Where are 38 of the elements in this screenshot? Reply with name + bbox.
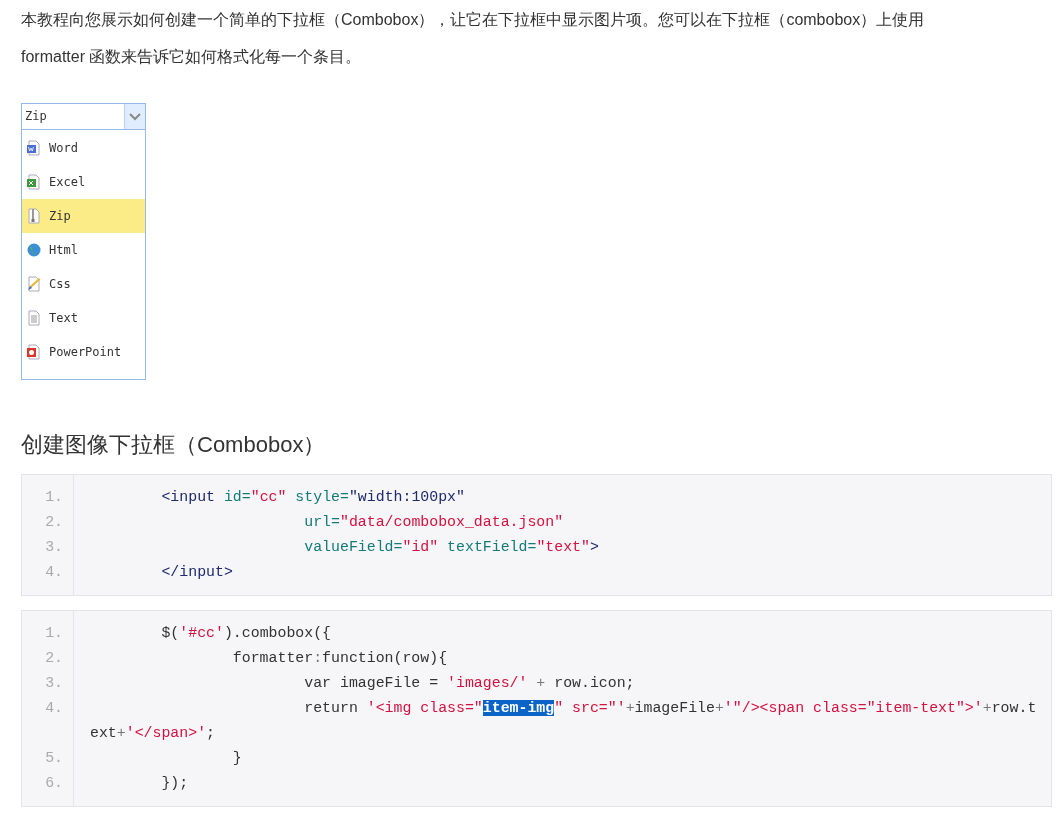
dropdown-item[interactable]: Css: [22, 267, 145, 301]
line-number: 4.: [44, 563, 64, 582]
combobox-field[interactable]: Zip: [21, 103, 146, 130]
dropdown-item[interactable]: Excel: [22, 165, 145, 199]
line-number: 1.: [44, 624, 64, 643]
globe-icon: [26, 242, 42, 258]
line-number: 4.: [44, 699, 64, 718]
dropdown-item[interactable]: Text: [22, 301, 145, 335]
code-line: <input id="cc" style="width:100px": [160, 488, 466, 507]
text-file-icon: [26, 310, 42, 326]
line-number: 5.: [44, 749, 64, 768]
chevron-down-icon: [129, 112, 141, 121]
code-line: return '<img class="item-img" src="'+imageFile+'"/><span class="item-text">'+row.text+'</span>';: [90, 699, 1038, 743]
section-heading: 创建图像下拉框（Combobox）: [21, 431, 327, 459]
code-line: }: [231, 749, 243, 768]
code-line: });: [160, 774, 190, 793]
intro-paragraph: 本教程向您展示如何创建一个简单的下拉框（Combobox），让它在下拉框中显示图片项。您可以在下拉框（combobox）上使用 formatter 函数来告诉它如何格式化每一个条目。: [21, 10, 926, 67]
line-number: 3.: [44, 674, 64, 693]
code-line: </input>: [160, 563, 234, 582]
code-line: formatter:function(row){: [231, 649, 449, 668]
line-number: 6.: [44, 774, 64, 793]
presentation-icon: [26, 344, 42, 360]
dropdown-item[interactable]: Word: [22, 131, 145, 165]
line-number: 2.: [44, 649, 64, 668]
zip-file-icon: [26, 208, 42, 224]
line-number: 2.: [44, 513, 64, 532]
word-document-icon: [26, 140, 42, 156]
code-line: url="data/combobox_data.json": [303, 513, 565, 532]
dropdown-item[interactable]: Zip: [22, 199, 145, 233]
code-line: valueField="id" textField="text">: [303, 538, 600, 557]
pencil-icon: [26, 276, 42, 292]
line-number: 3.: [44, 538, 64, 557]
spreadsheet-icon: [26, 174, 42, 190]
line-number: 1.: [44, 488, 64, 507]
dropdown-item[interactable]: Html: [22, 233, 145, 267]
code-line: $('#cc').combobox({: [160, 624, 333, 643]
code-line: var imageFile = 'images/' + row.icon;: [303, 674, 636, 693]
dropdown-item[interactable]: PowerPoint: [22, 335, 145, 369]
